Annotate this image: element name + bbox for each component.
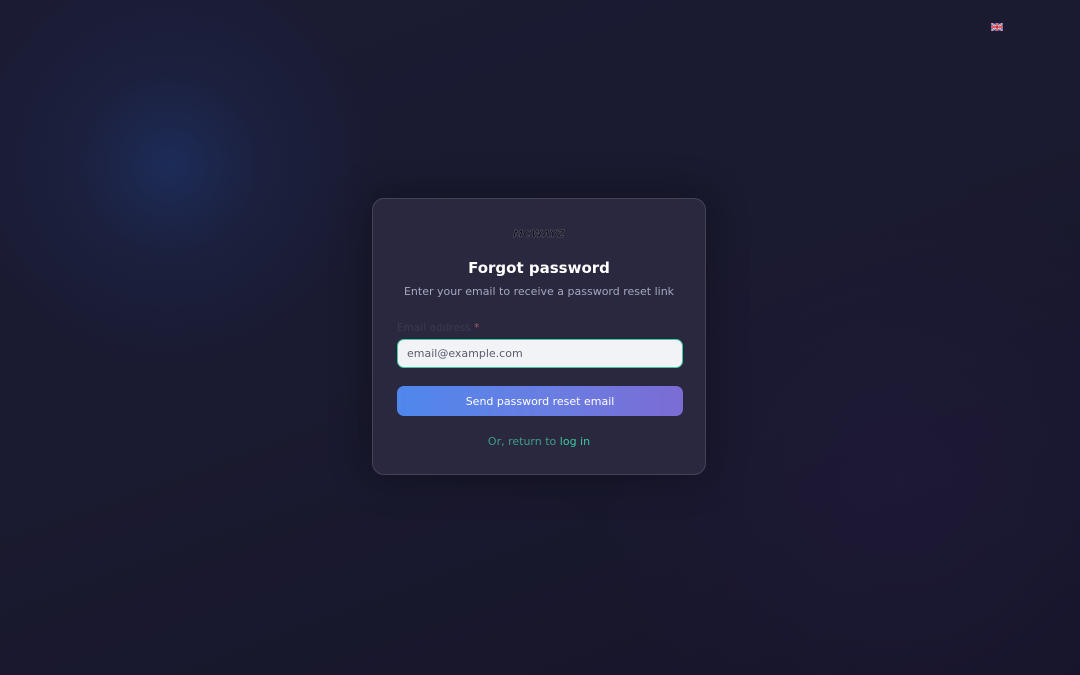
forgot-password-card: MCWAYZ Forgot password Enter your email … [372,198,706,475]
uk-flag-icon [990,23,1003,31]
send-reset-email-button[interactable]: Send password reset email [397,386,683,416]
required-marker: * [474,322,480,334]
email-input[interactable] [397,339,683,368]
login-link[interactable]: log in [560,435,590,448]
brand-logo-text: MCWAYZ [512,229,566,240]
page-title: Forgot password [468,259,610,277]
return-prefix-text: Or, return to [487,435,557,448]
brand-logo: MCWAYZ [397,229,681,241]
page-subtitle: Enter your email to receive a password r… [403,285,675,298]
return-to-login-line: Or, return to log in [397,435,681,449]
email-field-label: Email address * [397,321,681,335]
language-selector[interactable] [989,19,1004,35]
email-label-text: Email address [397,322,471,334]
